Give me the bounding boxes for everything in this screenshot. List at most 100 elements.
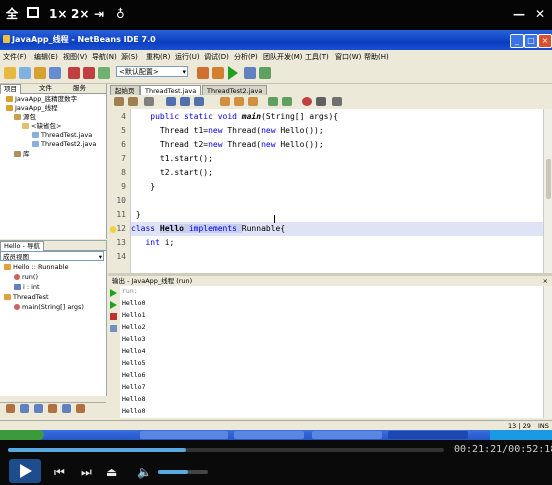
diff-icon[interactable] — [332, 97, 342, 106]
menu-view[interactable]: 视图(V) — [63, 52, 87, 62]
new-file-icon[interactable] — [19, 67, 31, 79]
find-next-icon[interactable] — [194, 97, 204, 106]
new-project-icon[interactable] — [4, 67, 16, 79]
tree-item-threadtest2[interactable]: ThreadTest2.java — [32, 140, 96, 148]
output-line: Hello2 — [122, 323, 146, 331]
java-docs-icon[interactable] — [76, 404, 85, 413]
profile-icon[interactable] — [259, 67, 271, 79]
sort-icon[interactable] — [48, 404, 57, 413]
source-view-icon[interactable] — [114, 97, 124, 106]
tree-item-project-2[interactable]: JavaApp_线程 — [6, 104, 58, 112]
tab-projects[interactable]: 项目 — [0, 84, 21, 94]
run-icon[interactable] — [228, 66, 238, 80]
shift-line-icon[interactable] — [248, 97, 258, 106]
tree-item-default-package[interactable]: <缺省包> — [22, 122, 61, 130]
close-icon[interactable]: ✕ — [535, 6, 545, 22]
previous-icon[interactable]: ⏮ — [54, 465, 65, 480]
menu-debug[interactable]: 调试(D) — [204, 52, 229, 62]
next-icon[interactable]: ⏭ — [81, 465, 92, 480]
tree-item-project-1[interactable]: JavaApp_底精度数字 — [6, 95, 77, 103]
menu-navigate[interactable]: 导航(N) — [92, 52, 117, 62]
seek-bar[interactable] — [8, 448, 444, 452]
tree-item-threadtest[interactable]: ThreadTest.java — [32, 131, 92, 139]
taskbar-item[interactable] — [140, 431, 228, 439]
start-button[interactable] — [0, 430, 44, 440]
record-macro-icon[interactable] — [302, 97, 312, 106]
navigator-filter-select[interactable]: 成员视图 ▾ — [0, 251, 104, 261]
scroll-thumb[interactable] — [546, 159, 551, 199]
navigator-toolbar — [0, 402, 106, 417]
static-icon[interactable] — [34, 404, 43, 413]
taskbar-item-active[interactable] — [388, 431, 468, 439]
bookmark-icon[interactable] — [220, 97, 230, 106]
window-title: JavaApp_线程 - NetBeans IDE 7.0 — [12, 35, 156, 44]
volume-slider[interactable] — [158, 470, 208, 474]
debug-icon[interactable] — [244, 67, 256, 79]
nav-item-field-i[interactable]: i : int — [14, 283, 40, 291]
nav-item-run[interactable]: run() — [14, 273, 38, 281]
taskbar-item[interactable] — [234, 431, 304, 439]
tree-item-libraries[interactable]: 库 — [14, 150, 30, 158]
win-maximize-button[interactable]: □ — [524, 34, 538, 48]
speed-2x-button[interactable]: 2× — [71, 6, 89, 22]
tab-files[interactable]: 文件 — [36, 84, 55, 93]
back-icon[interactable] — [144, 97, 154, 106]
speed-1x-button[interactable]: 1× — [49, 6, 67, 22]
menu-edit[interactable]: 编辑(E) — [34, 52, 58, 62]
taskbar-item[interactable] — [312, 431, 382, 439]
pin-icon[interactable]: ⇥ — [94, 6, 104, 22]
menu-team[interactable]: 团队开发(M) — [263, 52, 303, 62]
play-button[interactable] — [9, 459, 41, 483]
menu-tools[interactable]: 工具(T) — [305, 52, 329, 62]
nav-item-threadtest[interactable]: ThreadTest — [4, 293, 49, 301]
redo-icon[interactable] — [83, 67, 95, 79]
cut-icon[interactable] — [98, 67, 110, 79]
output-settings-icon[interactable] — [110, 325, 117, 332]
menu-file[interactable]: 文件(F) — [3, 52, 27, 62]
fullscreen-button[interactable]: 全 — [6, 6, 18, 22]
win-minimize-button[interactable]: _ — [510, 34, 524, 48]
rerun-icon[interactable] — [110, 289, 117, 297]
window-mode-icon[interactable] — [27, 7, 39, 18]
history-icon[interactable] — [128, 97, 138, 106]
menu-refactor[interactable]: 重构(R) — [146, 52, 170, 62]
volume-icon[interactable]: 🔈 — [137, 465, 152, 479]
filter-icon[interactable] — [6, 404, 15, 413]
find-icon[interactable] — [166, 97, 176, 106]
stop-icon[interactable] — [110, 313, 117, 320]
menu-window[interactable]: 窗口(W) — [335, 52, 361, 62]
menu-help[interactable]: 帮助(H) — [364, 52, 389, 62]
save-all-icon[interactable] — [49, 67, 61, 79]
nav-item-hello[interactable]: Hello :: Runnable — [4, 263, 69, 271]
code-editor[interactable]: public static void main(String[] args){ … — [131, 109, 543, 273]
open-project-icon[interactable] — [34, 67, 46, 79]
fields-icon[interactable] — [20, 404, 29, 413]
shift-left-icon[interactable] — [268, 97, 278, 106]
output-scrollbar[interactable] — [543, 286, 552, 418]
editor-scrollbar[interactable] — [543, 109, 552, 273]
build-icon[interactable] — [197, 67, 209, 79]
output-console[interactable]: run: Hello0 Hello1 Hello2 Hello3 Hello4 … — [120, 286, 543, 418]
menu-run[interactable]: 运行(U) — [175, 52, 200, 62]
close-icon[interactable]: × — [543, 276, 548, 286]
nav-item-main[interactable]: main(String[] args) — [14, 303, 84, 311]
toggle-bookmark-icon[interactable] — [234, 97, 244, 106]
find-prev-icon[interactable] — [180, 97, 190, 106]
minimize-icon[interactable]: — — [513, 6, 525, 22]
tab-services[interactable]: 服务 — [70, 84, 89, 93]
tree-item-source-packages[interactable]: 源包 — [14, 113, 36, 121]
shift-right-icon[interactable] — [282, 97, 292, 106]
undo-icon[interactable] — [68, 67, 80, 79]
hint-bulb-icon[interactable] — [110, 226, 116, 233]
inherited-icon[interactable] — [62, 404, 71, 413]
eject-icon[interactable]: ⏏ — [106, 465, 117, 479]
config-select[interactable]: <默认配置> ▾ — [116, 66, 188, 77]
tree-label: ThreadTest — [13, 293, 49, 301]
stop-macro-icon[interactable] — [316, 97, 326, 106]
bulb-icon[interactable]: ♁ — [116, 6, 125, 22]
clean-build-icon[interactable] — [212, 67, 224, 79]
win-close-button[interactable]: × — [538, 34, 552, 48]
menu-source[interactable]: 源(S) — [121, 52, 138, 62]
rerun-options-icon[interactable] — [110, 301, 117, 309]
menu-profile[interactable]: 分析(P) — [234, 52, 258, 62]
